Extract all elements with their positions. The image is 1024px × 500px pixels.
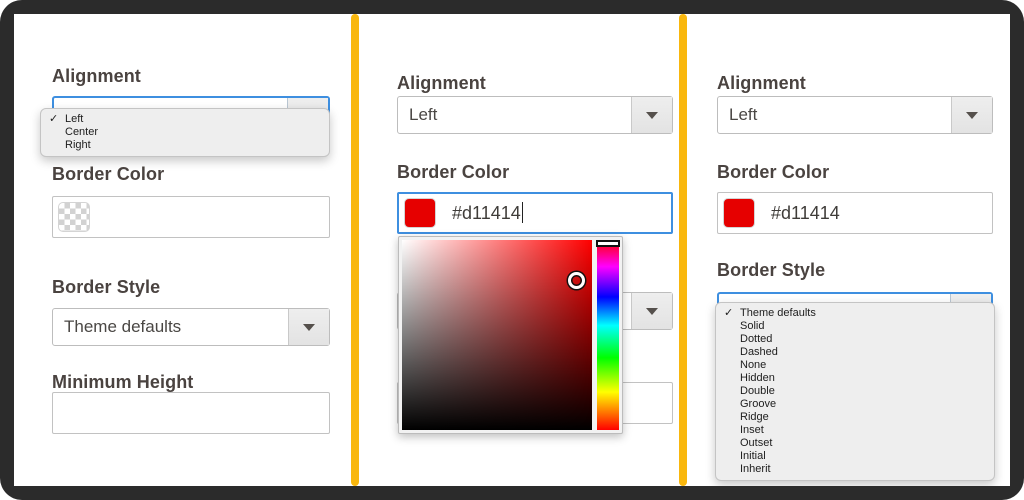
border-style-label: Border Style: [52, 277, 160, 298]
border-color-value: #d11414: [452, 202, 523, 224]
border-style-select-arrow[interactable]: [288, 309, 329, 345]
border-color-label: Border Color: [717, 162, 829, 183]
color-picker-cursor[interactable]: [568, 272, 585, 289]
dropdown-option[interactable]: Hidden: [716, 372, 994, 385]
color-swatch-transparent[interactable]: [58, 202, 90, 232]
alignment-select-arrow[interactable]: [951, 97, 992, 133]
dropdown-option[interactable]: Right: [41, 139, 329, 152]
border-color-input[interactable]: #d11414: [397, 192, 673, 234]
dropdown-option[interactable]: Inherit: [716, 463, 994, 476]
dropdown-option[interactable]: Dotted: [716, 333, 994, 346]
border-style-label: Border Style: [717, 260, 825, 281]
dropdown-option-label: Ridge: [740, 411, 769, 423]
chevron-down-icon: [646, 112, 658, 119]
saturation-value-area[interactable]: [402, 240, 592, 430]
panel-middle: Alignment Left Border Color #d11414 Them…: [365, 14, 679, 486]
chevron-down-icon: [303, 324, 315, 331]
chevron-down-icon: [646, 308, 658, 315]
border-color-input[interactable]: #d11414: [717, 192, 993, 234]
minimum-height-label: Minimum Height: [52, 372, 193, 393]
dropdown-option-label: Theme defaults: [740, 307, 816, 319]
dropdown-option[interactable]: Groove: [716, 398, 994, 411]
dropdown-option-label: Dashed: [740, 346, 778, 358]
dropdown-option[interactable]: ✓ Left: [41, 113, 329, 126]
hue-slider[interactable]: [597, 240, 619, 430]
checkmark-icon: ✓: [724, 307, 733, 320]
dropdown-option-label: None: [740, 359, 766, 371]
dropdown-option-label: Hidden: [740, 372, 775, 384]
alignment-label: Alignment: [52, 66, 141, 87]
minimum-height-input[interactable]: [52, 392, 330, 434]
dropdown-option-label: Double: [740, 385, 775, 397]
border-color-input[interactable]: [52, 196, 330, 238]
panel-left: Alignment ✓ Left Center Right: [14, 14, 351, 486]
dropdown-option-label: Outset: [740, 437, 772, 449]
dropdown-option[interactable]: Double: [716, 385, 994, 398]
dropdown-option-label: Dotted: [740, 333, 772, 345]
alignment-label: Alignment: [397, 73, 486, 94]
dropdown-option[interactable]: Inset: [716, 424, 994, 437]
dropdown-option-label: Center: [65, 126, 98, 138]
checkmark-icon: ✓: [49, 113, 58, 126]
color-swatch[interactable]: [404, 198, 436, 228]
color-swatch[interactable]: [723, 198, 755, 228]
dropdown-option[interactable]: Dashed: [716, 346, 994, 359]
dropdown-option[interactable]: Center: [41, 126, 329, 139]
device-frame: Alignment ✓ Left Center Right: [0, 0, 1024, 500]
hue-slider-handle[interactable]: [596, 240, 620, 247]
page-canvas: Alignment ✓ Left Center Right: [14, 14, 1010, 486]
chevron-down-icon: [966, 112, 978, 119]
border-color-label: Border Color: [397, 162, 509, 183]
border-style-select[interactable]: Theme defaults: [52, 308, 330, 346]
alignment-select-value: Left: [718, 97, 951, 133]
alignment-select-value: Left: [398, 97, 631, 133]
border-style-select-arrow[interactable]: [631, 293, 672, 329]
dropdown-option-label: Initial: [740, 450, 766, 462]
border-style-dropdown-popup[interactable]: ✓ Theme defaults Solid Dotted Dashed Non…: [715, 302, 995, 481]
dropdown-option[interactable]: Initial: [716, 450, 994, 463]
panel-divider: [679, 14, 687, 486]
border-color-value: #d11414: [771, 203, 840, 224]
dropdown-option-label: Inset: [740, 424, 764, 436]
dropdown-option-label: Right: [65, 139, 91, 151]
border-color-value-text: #d11414: [452, 203, 521, 223]
dropdown-option-label: Groove: [740, 398, 776, 410]
alignment-select[interactable]: Left: [397, 96, 673, 134]
dropdown-option[interactable]: ✓ Theme defaults: [716, 307, 994, 320]
dropdown-option-label: Solid: [740, 320, 764, 332]
color-picker-popup[interactable]: [398, 236, 623, 434]
alignment-select-arrow[interactable]: [631, 97, 672, 133]
alignment-dropdown-popup[interactable]: ✓ Left Center Right: [40, 108, 330, 157]
dropdown-option[interactable]: None: [716, 359, 994, 372]
dropdown-option[interactable]: Outset: [716, 437, 994, 450]
alignment-select[interactable]: Left: [717, 96, 993, 134]
dropdown-option[interactable]: Ridge: [716, 411, 994, 424]
border-style-select-value: Theme defaults: [53, 309, 288, 345]
dropdown-option-label: Left: [65, 113, 83, 125]
panel-right: Alignment Left Border Color #d11414 Bord…: [693, 14, 1010, 486]
dropdown-option-label: Inherit: [740, 463, 771, 475]
border-color-label: Border Color: [52, 164, 164, 185]
panel-divider: [351, 14, 359, 486]
dropdown-option[interactable]: Solid: [716, 320, 994, 333]
alignment-label: Alignment: [717, 73, 806, 94]
text-cursor: [522, 202, 523, 223]
